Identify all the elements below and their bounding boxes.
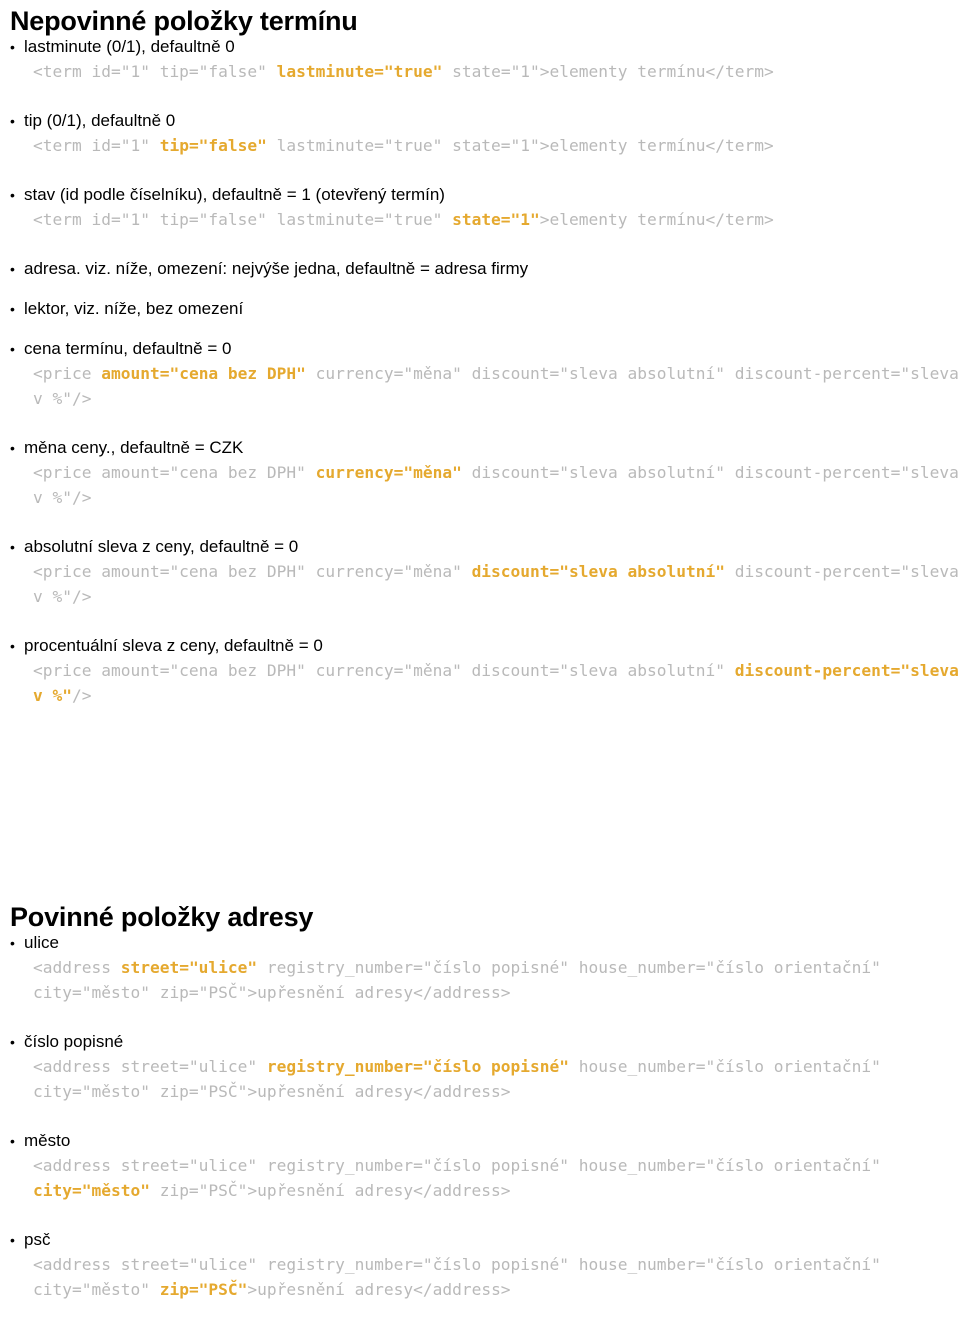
list-item-label: cena termínu, defaultně = 0: [10, 338, 960, 360]
list-item-label: procentuální sleva z ceny, defaultně = 0: [10, 635, 960, 657]
entry-spacer: [24, 609, 960, 635]
page-title: Nepovinné položky termínu: [10, 6, 358, 36]
code-snippet: <address street="ulice" registry_number=…: [24, 955, 960, 1005]
code-snippet: <term id="1" tip="false" lastminute="tru…: [24, 59, 960, 84]
entry-spacer: [24, 411, 960, 437]
entry-spacer: [24, 84, 960, 110]
list-item-label: město: [10, 1130, 960, 1152]
code-plain: <price amount="cena bez DPH" currency="m…: [33, 562, 472, 581]
list-item: měna ceny., defaultně = CZK<price amount…: [0, 437, 960, 536]
code-snippet: <address street="ulice" registry_number=…: [24, 1252, 960, 1302]
code-snippet: <term id="1" tip="false" lastminute="tru…: [24, 133, 960, 158]
code-highlight: city="město": [33, 1181, 150, 1200]
code-highlight: registry_number="číslo popisné": [266, 1057, 570, 1076]
code-plain: <address: [33, 958, 121, 977]
code-plain: >elementy termínu</term>: [539, 210, 774, 229]
entry-spacer: [24, 232, 960, 258]
list-item: lektor, viz. níže, bez omezení: [0, 298, 960, 338]
list-item-label: stav (id podle číselníku), defaultně = 1…: [10, 184, 960, 206]
section-povinne-polozky-adresy: Povinné položky adresy ulice<address str…: [0, 902, 960, 1328]
code-snippet: <price amount="cena bez DPH" currency="m…: [24, 460, 960, 510]
code-snippet: <price amount="cena bez DPH" currency="m…: [24, 559, 960, 609]
list-item-label: číslo popisné: [10, 1031, 960, 1053]
entry-spacer: [24, 510, 960, 536]
code-highlight: discount="sleva absolutní": [471, 562, 725, 581]
document-page: Nepovinné položky termínu lastminute (0/…: [0, 0, 960, 1340]
code-highlight: lastminute="true": [276, 62, 443, 81]
code-snippet: <price amount="cena bez DPH" currency="m…: [24, 658, 960, 708]
code-highlight: amount="cena bez DPH": [101, 364, 306, 383]
list-item: procentuální sleva z ceny, defaultně = 0…: [0, 635, 960, 734]
list-item: absolutní sleva z ceny, defaultně = 0 <pr…: [0, 536, 960, 635]
code-plain: <price: [33, 364, 102, 383]
code-highlight: street="ulice": [120, 958, 258, 977]
code-plain: <address street="ulice" registry_number=…: [33, 1156, 891, 1175]
code-plain: <price amount="cena bez DPH" currency="m…: [33, 661, 735, 680]
entry-spacer: [24, 1302, 960, 1328]
section-nepovinne-polozky-terminu: Nepovinné položky termínu lastminute (0/…: [0, 6, 960, 734]
list-item: tip (0/1), defaultně 0<term id="1" tip="…: [0, 110, 960, 184]
list-item-label: psč: [10, 1229, 960, 1251]
code-plain: zip="PSČ">upřesnění adresy</address>: [149, 1181, 511, 1200]
entry-spacer: [24, 1203, 960, 1229]
list-item-label: adresa. viz. níže, omezení: nejvýše jedn…: [10, 258, 960, 280]
entry-spacer: [24, 1005, 960, 1031]
code-plain: lastminute="true" state="1">elementy ter…: [266, 136, 774, 155]
list-item: ulice<address street="ulice" registry_nu…: [0, 932, 960, 1031]
required-address-items-list: ulice<address street="ulice" registry_nu…: [0, 932, 960, 1328]
list-item: cena termínu, defaultně = 0<price amount…: [0, 338, 960, 437]
entry-spacer: [24, 158, 960, 184]
code-plain: <term id="1" tip="false": [33, 62, 277, 81]
code-plain: >upřesnění adresy</address>: [247, 1280, 511, 1299]
list-item: lastminute (0/1), defaultně 0<term id="1…: [0, 36, 960, 110]
code-snippet: <price amount="cena bez DPH" currency="m…: [24, 361, 960, 411]
code-highlight: state="1": [452, 210, 540, 229]
optional-term-items-list: lastminute (0/1), defaultně 0<term id="1…: [0, 36, 960, 734]
code-plain: <address street="ulice": [33, 1057, 267, 1076]
list-item-label: lastminute (0/1), defaultně 0: [10, 36, 960, 58]
code-highlight: tip="false": [159, 136, 267, 155]
section-title-address: Povinné položky adresy: [10, 902, 314, 932]
entry-spacer: [24, 1104, 960, 1130]
list-item-label: měna ceny., defaultně = CZK: [10, 437, 960, 459]
code-highlight: zip="PSČ": [159, 1280, 248, 1299]
list-item-label: tip (0/1), defaultně 0: [10, 110, 960, 132]
list-item-label: absolutní sleva z ceny, defaultně = 0: [10, 536, 960, 558]
code-snippet: <term id="1" tip="false" lastminute="tru…: [24, 207, 960, 232]
entry-spacer: [24, 320, 960, 338]
list-item: psč<address street="ulice" registry_numb…: [0, 1229, 960, 1328]
code-plain: <term id="1" tip="false" lastminute="tru…: [33, 210, 453, 229]
code-plain: state="1">elementy termínu</term>: [442, 62, 774, 81]
code-snippet: <address street="ulice" registry_number=…: [24, 1153, 960, 1203]
list-item-label: lektor, viz. níže, bez omezení: [10, 298, 960, 320]
entry-spacer: [24, 280, 960, 298]
code-snippet: <address street="ulice" registry_number=…: [24, 1054, 960, 1104]
code-highlight: currency="měna": [315, 463, 462, 482]
list-item: stav (id podle číselníku), defaultně = 1…: [0, 184, 960, 258]
list-item: číslo popisné<address street="ulice" reg…: [0, 1031, 960, 1130]
list-item: město <address street="ulice" registry_nu…: [0, 1130, 960, 1229]
code-plain: />: [71, 686, 92, 705]
code-plain: <price amount="cena bez DPH": [33, 463, 316, 482]
code-plain: <term id="1": [33, 136, 160, 155]
list-item: adresa. viz. níže, omezení: nejvýše jedn…: [0, 258, 960, 298]
list-item-label: ulice: [10, 932, 960, 954]
entry-spacer: [24, 708, 960, 734]
